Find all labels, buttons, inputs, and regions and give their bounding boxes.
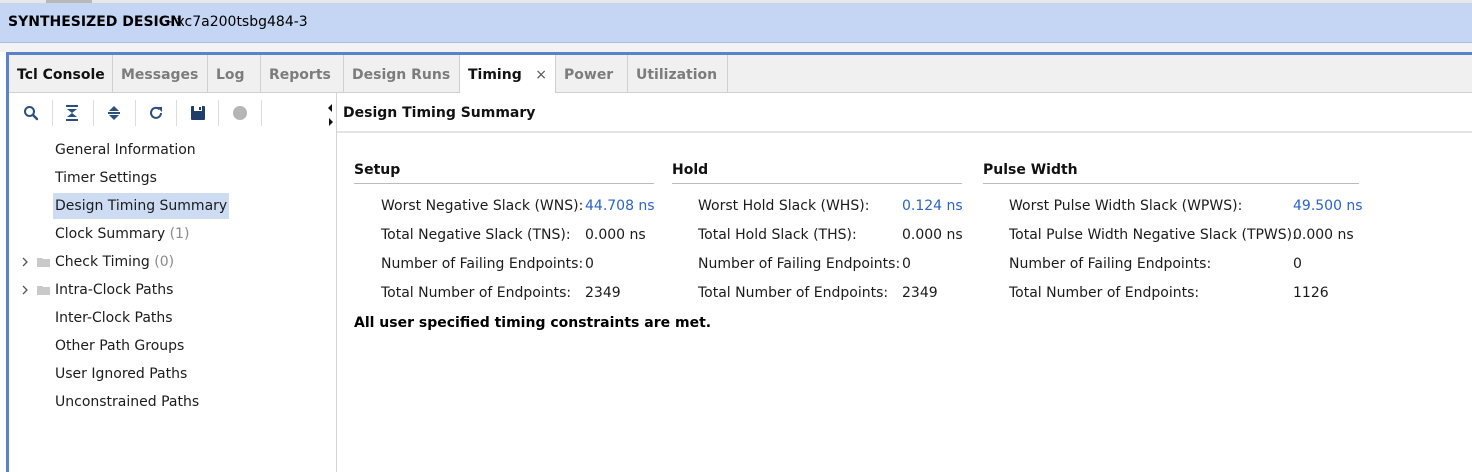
search-icon[interactable] — [20, 102, 42, 124]
toolbar-separator — [261, 100, 262, 126]
timing-toolbar — [9, 93, 336, 133]
tree-item-label: User Ignored Paths — [55, 366, 188, 382]
setup-heading: Setup — [354, 162, 654, 184]
tab-tcl-console[interactable]: Tcl Console — [9, 55, 113, 92]
setup-heading-label: Setup — [354, 162, 401, 178]
tab-label: Utilization — [636, 67, 718, 83]
tab-power[interactable]: Power — [556, 55, 628, 92]
tree-item-label: Other Path Groups — [55, 338, 185, 354]
tab-design-runs[interactable]: Design Runs — [344, 55, 460, 92]
tree-item-intra-clock-paths[interactable]: Intra-Clock Paths — [53, 277, 175, 303]
toolbar-separator — [93, 100, 94, 126]
chevron-right-icon[interactable] — [21, 277, 31, 303]
tree-item-design-timing-summary[interactable]: Design Timing Summary — [53, 193, 230, 219]
content-title: Design Timing Summary — [343, 105, 536, 121]
panel-splitter[interactable] — [327, 100, 335, 130]
tree-item-user-ignored-paths[interactable]: User Ignored Paths — [53, 361, 189, 387]
toolbar-separator — [218, 100, 219, 126]
folder-icon — [37, 249, 51, 275]
tab-messages[interactable]: Messages — [113, 55, 208, 92]
folder-icon — [37, 277, 51, 303]
tree-item-general-information[interactable]: General Information — [53, 137, 198, 163]
pulse-failing-endpoints-label: Number of Failing Endpoints: — [1009, 256, 1212, 272]
tree-item-inter-clock-paths[interactable]: Inter-Clock Paths — [53, 305, 175, 331]
hold-failing-endpoints-value: 0 — [902, 256, 911, 272]
hold-total-endpoints-value: 2349 — [902, 285, 938, 301]
tree-item-other-path-groups[interactable]: Other Path Groups — [53, 333, 186, 359]
design-part: - xc7a200tsbg484-3 — [167, 14, 308, 30]
expand-all-icon[interactable] — [103, 102, 125, 124]
timing-status-message: All user specified timing constraints ar… — [354, 315, 712, 331]
pulse-total-endpoints-label: Total Number of Endpoints: — [1009, 285, 1200, 301]
tab-label: Power — [564, 67, 614, 83]
tree-item-label: General Information — [55, 142, 196, 158]
tab-label: Messages — [121, 67, 199, 83]
tree-item-count: (1) — [169, 226, 190, 242]
tree-item-timer-settings[interactable]: Timer Settings — [53, 165, 159, 191]
tpws-value: 0.000 ns — [1293, 227, 1354, 243]
tns-value: 0.000 ns — [585, 227, 646, 243]
tns-label: Total Negative Slack (TNS): — [381, 227, 571, 243]
tree-item-label: Unconstrained Paths — [55, 394, 200, 410]
hold-failing-endpoints-label: Number of Failing Endpoints: — [698, 256, 901, 272]
tree-item-label: Clock Summary — [55, 226, 166, 242]
collapse-all-icon[interactable] — [61, 102, 83, 124]
ths-label: Total Hold Slack (THS): — [698, 227, 857, 243]
timing-tree: General Information Timer Settings Desig… — [9, 135, 336, 472]
header-gap — [0, 43, 1472, 52]
tree-item-clock-summary[interactable]: Clock Summary (1) — [53, 221, 191, 247]
tree-item-label: Intra-Clock Paths — [55, 282, 174, 298]
tab-label: Design Runs — [352, 67, 451, 83]
setup-total-endpoints-value: 2349 — [585, 285, 621, 301]
panel-divider — [336, 93, 337, 472]
tree-item-label: Timer Settings — [55, 170, 157, 186]
tab-label: Timing — [468, 67, 522, 83]
tree-item-unconstrained-paths[interactable]: Unconstrained Paths — [53, 389, 201, 415]
save-icon[interactable] — [187, 102, 209, 124]
tab-label: Log — [216, 67, 245, 83]
hold-heading-label: Hold — [672, 162, 709, 178]
tree-item-count: (0) — [154, 254, 175, 270]
stop-icon[interactable] — [229, 102, 251, 124]
design-title: SYNTHESIZED DESIGN — [8, 14, 182, 30]
hold-total-endpoints-label: Total Number of Endpoints: — [698, 285, 889, 301]
whs-value-link[interactable]: 0.124 ns — [902, 198, 963, 214]
wpws-value-link[interactable]: 49.500 ns — [1293, 198, 1363, 214]
hold-heading: Hold — [672, 162, 962, 184]
wns-value-link[interactable]: 44.708 ns — [585, 198, 655, 214]
splitter-arrows-icon — [328, 104, 333, 126]
pulse-width-heading: Pulse Width — [983, 162, 1359, 184]
setup-total-endpoints-label: Total Number of Endpoints: — [381, 285, 572, 301]
toolbar-separator — [52, 100, 53, 126]
ths-value: 0.000 ns — [902, 227, 963, 243]
tree-item-check-timing[interactable]: Check Timing (0) — [53, 249, 176, 275]
tab-bar: Tcl Console Messages Log Reports Design … — [9, 55, 1472, 93]
tree-item-label: Design Timing Summary — [55, 198, 228, 214]
wns-label: Worst Negative Slack (WNS): — [381, 198, 584, 214]
toolbar-separator — [135, 100, 136, 126]
tree-item-label: Inter-Clock Paths — [55, 310, 173, 326]
content-header: Design Timing Summary — [337, 93, 1472, 133]
pulse-width-heading-label: Pulse Width — [983, 162, 1078, 178]
setup-failing-endpoints-label: Number of Failing Endpoints: — [381, 256, 584, 272]
toolbar-separator — [176, 100, 177, 126]
pulse-total-endpoints-value: 1126 — [1293, 285, 1329, 301]
pulse-failing-endpoints-value: 0 — [1293, 256, 1302, 272]
tab-reports[interactable]: Reports — [261, 55, 344, 92]
design-header: SYNTHESIZED DESIGN - xc7a200tsbg484-3 — [0, 3, 1472, 43]
whs-label: Worst Hold Slack (WHS): — [698, 198, 870, 214]
refresh-icon[interactable] — [145, 102, 167, 124]
tab-timing[interactable]: Timing × — [460, 55, 556, 93]
tab-utilization[interactable]: Utilization — [628, 55, 728, 92]
tab-label: Tcl Console — [17, 67, 105, 83]
setup-failing-endpoints-value: 0 — [585, 256, 594, 272]
close-icon[interactable]: × — [535, 67, 547, 83]
wpws-label: Worst Pulse Width Slack (WPWS): — [1009, 198, 1243, 214]
tab-log[interactable]: Log — [208, 55, 261, 92]
tab-label: Reports — [269, 67, 331, 83]
tree-item-label: Check Timing — [55, 254, 150, 270]
tpws-label: Total Pulse Width Negative Slack (TPWS): — [1009, 227, 1297, 243]
chevron-right-icon[interactable] — [21, 249, 31, 275]
